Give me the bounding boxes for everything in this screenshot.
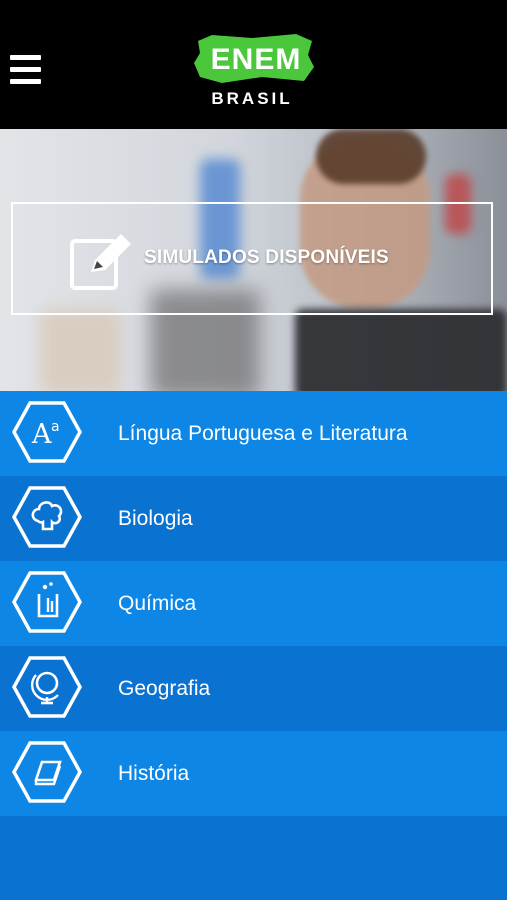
subject-list: A a Língua Portuguesa e Literatura Biolo…: [0, 391, 507, 816]
subject-label: Geografia: [118, 677, 211, 700]
logo-sub-text: BRASIL: [211, 89, 293, 108]
flask-icon: [12, 571, 82, 633]
logo-main-text: ENEM: [210, 43, 302, 76]
globe-icon: [12, 656, 82, 718]
subject-item-historia[interactable]: História: [0, 731, 507, 816]
edit-note-icon: [70, 234, 131, 290]
subject-item-quimica[interactable]: Química: [0, 561, 507, 646]
letters-icon: A a: [12, 401, 82, 463]
hamburger-menu-icon[interactable]: [10, 55, 41, 85]
subject-label: História: [118, 762, 190, 785]
hero-banner: SIMULADOS DISPONÍVEIS: [0, 129, 507, 391]
subject-item-lingua-portuguesa[interactable]: A a Língua Portuguesa e Literatura: [0, 391, 507, 476]
simulados-button[interactable]: SIMULADOS DISPONÍVEIS: [11, 202, 493, 315]
enem-brasil-logo: ENEM BRASIL: [188, 33, 318, 113]
subject-label: Língua Portuguesa e Literatura: [118, 422, 408, 445]
svg-text:a: a: [51, 419, 60, 435]
top-bar: ENEM BRASIL: [0, 0, 507, 129]
simulados-label: SIMULADOS DISPONÍVEIS: [144, 247, 389, 268]
tree-icon: [12, 486, 82, 548]
subject-label: Química: [118, 592, 197, 615]
svg-text:A: A: [31, 419, 52, 450]
subject-item-geografia[interactable]: Geografia: [0, 646, 507, 731]
logo-brush-background: ENEM: [192, 33, 314, 85]
book-icon: [12, 741, 82, 803]
subject-item-biologia[interactable]: Biologia: [0, 476, 507, 561]
subject-label: Biologia: [118, 507, 193, 530]
